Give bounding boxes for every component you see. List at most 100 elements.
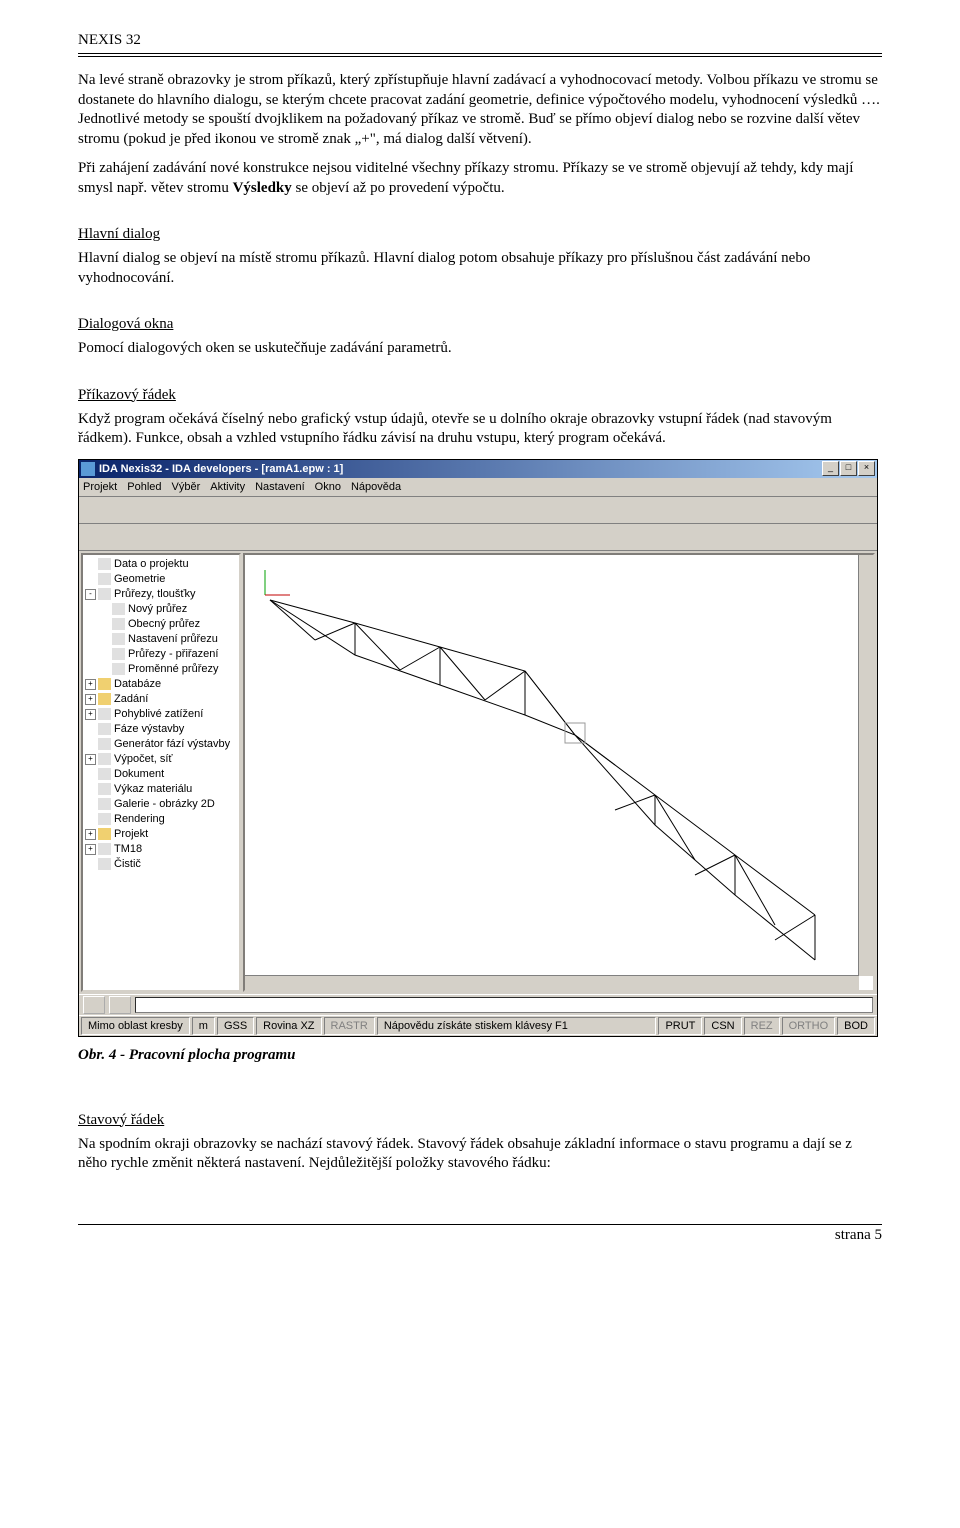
tree-item[interactable]: Data o projektu — [85, 557, 237, 572]
canvas-area[interactable] — [243, 553, 875, 992]
menubar[interactable]: Projekt Pohled Výběr Aktivity Nastavení … — [79, 478, 877, 497]
collapse-icon[interactable]: - — [85, 589, 96, 600]
tb-btn[interactable] — [339, 499, 361, 521]
menu-nastaveni[interactable]: Nastavení — [255, 481, 305, 493]
tree-item[interactable]: +Projekt — [85, 827, 237, 842]
tree-item[interactable]: Proměnné průřezy — [85, 662, 237, 677]
tree-item[interactable]: Nastavení průřezu — [85, 632, 237, 647]
status-rez[interactable]: REZ — [744, 1017, 780, 1035]
menu-pohled[interactable]: Pohled — [127, 481, 161, 493]
expand-icon[interactable]: + — [85, 829, 96, 840]
scrollbar-vertical[interactable] — [858, 555, 873, 976]
tree-item[interactable]: Nový průřez — [85, 602, 237, 617]
tree-item[interactable]: Průřezy - přiřazení — [85, 647, 237, 662]
tb-btn[interactable] — [107, 499, 129, 521]
tb-btn[interactable] — [387, 499, 409, 521]
cmd-btn[interactable] — [109, 996, 131, 1014]
tb-btn[interactable] — [555, 499, 577, 521]
tb-btn[interactable] — [507, 499, 529, 521]
command-input[interactable] — [135, 997, 873, 1013]
tb-btn[interactable] — [683, 499, 705, 521]
tree-item[interactable]: + Pohyblivé zatížení — [85, 707, 237, 722]
tree-item[interactable]: Čistič — [85, 857, 237, 872]
cmd-btn[interactable] — [83, 996, 105, 1014]
page-footer: strana 5 — [78, 1225, 882, 1244]
tree-item[interactable]: Fáze výstavby — [85, 722, 237, 737]
tb-btn[interactable] — [107, 526, 129, 548]
tb-btn[interactable] — [131, 526, 153, 548]
status-rastr[interactable]: RASTR — [324, 1017, 375, 1035]
tb-btn[interactable] — [779, 499, 801, 521]
tb-btn[interactable] — [483, 499, 505, 521]
tb-btn[interactable] — [851, 499, 873, 521]
close-button[interactable]: × — [858, 461, 875, 476]
tb-btn[interactable] — [315, 499, 337, 521]
menu-vyber[interactable]: Výběr — [172, 481, 201, 493]
tree-item[interactable]: -Průřezy, tloušťky — [85, 587, 237, 602]
tb-btn[interactable] — [411, 499, 433, 521]
expand-icon[interactable]: + — [85, 844, 96, 855]
tree-label: Pohyblivé zatížení — [114, 708, 203, 720]
menu-okno[interactable]: Okno — [315, 481, 341, 493]
tb-btn[interactable] — [363, 499, 385, 521]
tb-btn[interactable] — [259, 499, 281, 521]
tree-item[interactable]: Rendering — [85, 812, 237, 827]
minimize-button[interactable]: _ — [822, 461, 839, 476]
tb-btn[interactable] — [603, 499, 625, 521]
status-csn[interactable]: CSN — [704, 1017, 741, 1035]
status-gss[interactable]: GSS — [217, 1017, 254, 1035]
tb-btn[interactable] — [659, 499, 681, 521]
tree-item[interactable]: Obecný průřez — [85, 617, 237, 632]
tb-btn[interactable] — [179, 526, 201, 548]
tb-btn[interactable] — [131, 499, 153, 521]
expand-icon[interactable]: + — [85, 709, 96, 720]
tb-btn[interactable] — [163, 499, 185, 521]
tb-btn[interactable] — [227, 526, 249, 548]
tb-btn[interactable] — [155, 526, 177, 548]
expand-icon[interactable]: + — [85, 754, 96, 765]
status-plane[interactable]: Rovina XZ — [256, 1017, 321, 1035]
tb-btn[interactable] — [235, 499, 257, 521]
tree-item[interactable]: +Výpočet, síť — [85, 752, 237, 767]
tree-item[interactable]: +Zadání — [85, 692, 237, 707]
tb-btn[interactable] — [803, 499, 825, 521]
tb-btn[interactable] — [627, 499, 649, 521]
tb-btn[interactable] — [755, 499, 777, 521]
tree-item[interactable]: Galerie - obrázky 2D — [85, 797, 237, 812]
menu-napoveda[interactable]: Nápověda — [351, 481, 401, 493]
status-unit[interactable]: m — [192, 1017, 215, 1035]
expand-icon[interactable]: + — [85, 694, 96, 705]
status-prut[interactable]: PRUT — [658, 1017, 702, 1035]
tb-btn[interactable] — [459, 499, 481, 521]
tb-btn[interactable] — [203, 526, 225, 548]
tree-item[interactable]: Výkaz materiálu — [85, 782, 237, 797]
tb-btn[interactable] — [187, 499, 209, 521]
tb-btn[interactable] — [83, 499, 105, 521]
menu-aktivity[interactable]: Aktivity — [210, 481, 245, 493]
tree-item[interactable]: +TM18 — [85, 842, 237, 857]
tb-btn[interactable] — [707, 499, 729, 521]
tree-item[interactable]: Generátor fází výstavby — [85, 737, 237, 752]
status-area: Mimo oblast kresby — [81, 1017, 190, 1035]
tb-btn[interactable] — [211, 499, 233, 521]
tb-btn[interactable] — [827, 499, 849, 521]
tree-item[interactable]: Geometrie — [85, 572, 237, 587]
tb-btn[interactable] — [579, 499, 601, 521]
maximize-button[interactable]: □ — [840, 461, 857, 476]
titlebar[interactable]: IDA Nexis32 - IDA developers - [ramA1.ep… — [79, 460, 877, 478]
tb-btn[interactable] — [435, 499, 457, 521]
tree-panel[interactable]: Data o projektuGeometrie-Průřezy, tloušť… — [81, 553, 241, 992]
tree-item[interactable]: Dokument — [85, 767, 237, 782]
expand-icon[interactable]: + — [85, 679, 96, 690]
scrollbar-horizontal[interactable] — [245, 975, 859, 990]
status-ortho[interactable]: ORTHO — [782, 1017, 836, 1035]
doc-icon — [98, 573, 111, 585]
tree-item[interactable]: +Databáze — [85, 677, 237, 692]
tb-btn[interactable] — [531, 499, 553, 521]
menu-projekt[interactable]: Projekt — [83, 481, 117, 493]
status-bod[interactable]: BOD — [837, 1017, 875, 1035]
tree-label: Nastavení průřezu — [128, 633, 218, 645]
tb-btn[interactable] — [731, 499, 753, 521]
tree-label: Obecný průřez — [128, 618, 200, 630]
tb-btn[interactable] — [83, 526, 105, 548]
